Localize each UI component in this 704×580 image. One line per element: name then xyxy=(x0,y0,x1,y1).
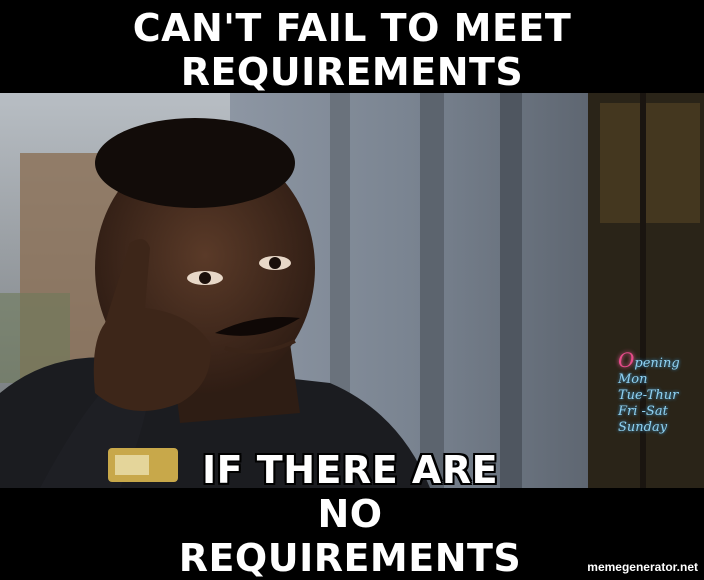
sign-line: Mon xyxy=(618,372,648,387)
sign-title-initial: O xyxy=(618,348,635,372)
sign-line: Tue-Thur xyxy=(618,388,679,403)
sign-line: Sunday xyxy=(618,420,668,435)
watermark: memegenerator.net xyxy=(587,560,698,574)
top-caption: CAN'T FAIL TO MEET REQUIREMENTS xyxy=(132,6,572,94)
sign-line: Fri -Sat xyxy=(618,404,668,419)
opening-hours-sign: Opening Mon Tue-Thur Fri -Sat Sunday xyxy=(618,350,680,436)
photo xyxy=(0,93,704,488)
hair xyxy=(95,118,295,208)
sign-title-rest: pening xyxy=(634,356,680,371)
bottom-caption: IF THERE ARE NO REQUIREMENTS xyxy=(178,448,522,580)
meme-image: Opening Mon Tue-Thur Fri -Sat Sunday CAN… xyxy=(0,0,704,580)
